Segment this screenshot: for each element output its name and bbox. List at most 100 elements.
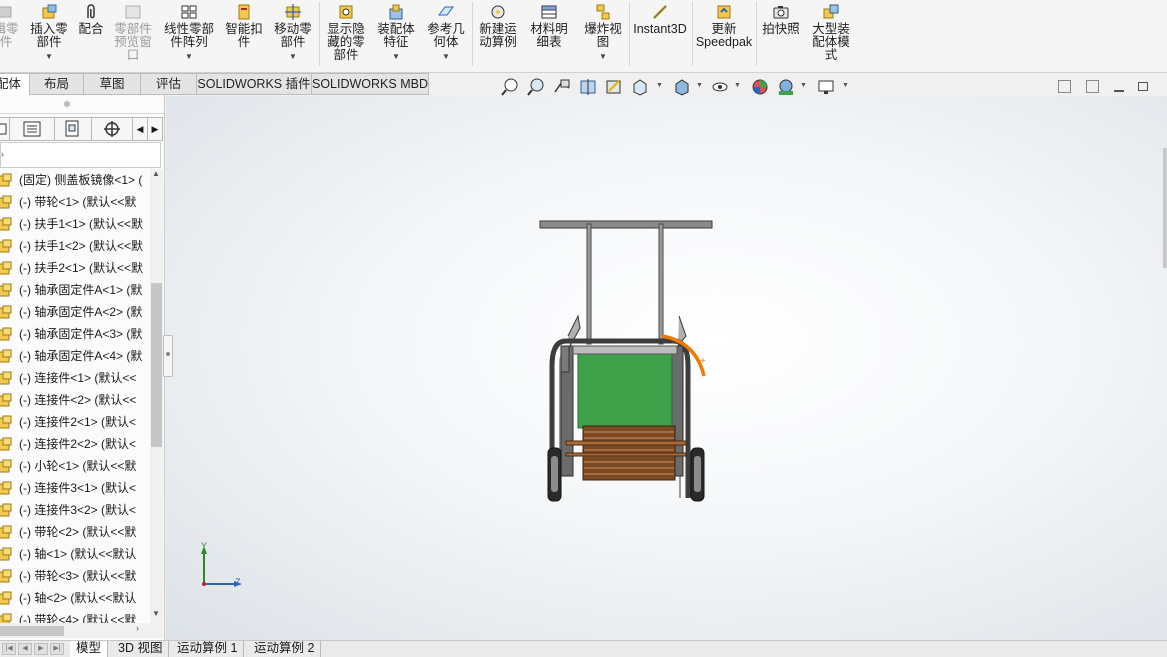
instant3d-icon [651,3,669,21]
show-hidden-icon [337,3,355,21]
show-hidden-components-button[interactable]: 显示隐 藏的零 部件 [323,0,369,70]
tree-item[interactable]: (-) 连接件3<1> (默认< [0,477,150,499]
task-pane-tabs[interactable] [1163,148,1167,268]
apply-scene-icon[interactable] [776,76,796,98]
dynamic-annotation-icon[interactable] [604,76,624,98]
new-motion-study-button[interactable]: 新建运 动算例 [475,0,521,70]
zoom-to-area-icon[interactable] [526,76,546,98]
panel-collapse-handle[interactable] [163,335,173,377]
move-component-button[interactable]: 移动零 部件 ▼ [270,0,316,70]
tree-item[interactable]: (-) 连接件<2> (默认<< [0,389,150,411]
feature-tree-filter[interactable]: › [0,142,161,168]
first-tab-icon[interactable]: |◀ [2,643,16,655]
component-icon [0,239,12,253]
large-assembly-mode-button[interactable]: 大型装 配体模 式 [808,0,854,70]
tree-item[interactable]: (-) 连接件<1> (默认<< [0,367,150,389]
scroll-right-icon[interactable]: › [136,623,139,633]
tab-evaluate[interactable]: 评估 [140,73,197,95]
tree-item[interactable]: (-) 轴<1> (默认<<默认 [0,543,150,565]
smart-fasteners-button[interactable]: 智能扣 件 [222,0,266,70]
scroll-up-icon[interactable]: ▲ [152,169,160,178]
tab-sketch[interactable]: 草图 [83,73,141,95]
model-cart-assembly[interactable]: + [166,96,1167,640]
previous-icon[interactable] [1058,80,1071,93]
next-tab-icon[interactable]: ▶ [34,643,48,655]
tree-item[interactable]: (-) 连接件2<1> (默认< [0,411,150,433]
tree-root-expander-icon[interactable]: › [1,149,4,159]
panel-collapse-dot[interactable] [64,101,70,107]
tree-item[interactable]: (-) 轴<2> (默认<<默认 [0,587,150,609]
dropdown-arrow-icon[interactable]: ▼ [373,50,419,63]
tab-dimxpert-manager[interactable] [91,117,133,141]
dropdown-arrow-icon[interactable]: ▼ [423,50,469,63]
tree-item[interactable]: (-) 扶手1<2> (默认<<默 [0,235,150,257]
section-view-icon[interactable] [578,76,598,98]
hide-show-items-icon[interactable] [710,76,730,98]
apply-scene-dropdown-icon[interactable]: ▼ [800,82,807,89]
tab-solidworks-addins[interactable]: SOLIDWORKS 插件 [196,73,312,95]
tree-item[interactable]: (-) 小轮<1> (默认<<默 [0,455,150,477]
reference-geometry-button[interactable]: 参考几 何体 ▼ [423,0,469,70]
tab-3d-view[interactable]: 3D 视图 [112,641,170,657]
tab-model[interactable]: 模型 [70,641,109,657]
restore-icon[interactable] [1138,82,1148,91]
graphics-area[interactable]: + Y Z [166,96,1167,640]
tree-horizontal-thumb[interactable] [0,626,64,636]
previous-tab-icon[interactable]: ◀ [18,643,32,655]
exploded-view-button[interactable]: 爆炸视 图 ▼ [580,0,626,70]
tab-assembly[interactable]: 装配体 [0,73,30,95]
dropdown-arrow-icon[interactable]: ▼ [580,50,626,63]
tree-item[interactable]: (-) 扶手1<1> (默认<<默 [0,213,150,235]
take-snapshot-button[interactable]: 拍快照 [759,0,803,70]
tree-scrollbar-thumb[interactable] [151,283,162,447]
tree-item[interactable]: (-) 连接件3<2> (默认< [0,499,150,521]
assembly-features-button[interactable]: 装配体 特征 ▼ [373,0,419,70]
dropdown-arrow-icon[interactable]: ▼ [27,50,71,63]
view-settings-icon[interactable] [816,76,836,98]
component-icon [0,371,12,385]
edit-appearance-icon[interactable] [750,76,770,98]
display-style-dropdown-icon[interactable]: ▼ [696,82,703,89]
insert-component-button[interactable]: 插入零 部件 ▼ [27,0,71,70]
tree-item[interactable]: (-) 连接件2<2> (默认< [0,433,150,455]
tab-scroll-right[interactable]: ▶ [147,117,163,141]
minimize-icon[interactable] [1114,90,1124,92]
display-style-icon[interactable] [672,76,692,98]
command-manager-ribbon: 辑零 件 插入零 部件 ▼ 配合 零部件 预览窗 口 线性零部 件阵列 ▼ 智能… [0,0,1167,73]
tree-item[interactable]: (-) 带轮<2> (默认<<默 [0,521,150,543]
tree-item[interactable]: (-) 带轮<1> (默认<<默 [0,191,150,213]
mate-button[interactable]: 配合 [75,0,107,70]
tree-item[interactable]: (-) 轴承固定件A<1> (默 [0,279,150,301]
next-icon[interactable] [1086,80,1099,93]
tree-item[interactable]: (-) 轴承固定件A<3> (默 [0,323,150,345]
component-preview-button[interactable]: 零部件 预览窗 口 [111,0,155,70]
tree-item[interactable]: (-) 带轮<4> (默认<<默 [0,609,150,623]
tab-motion-study-2[interactable]: 运动算例 2 [248,641,322,657]
dropdown-arrow-icon[interactable]: ▼ [160,50,218,63]
bill-of-materials-button[interactable]: 材料明 细表 [526,0,572,70]
view-orientation-dropdown-icon[interactable]: ▼ [656,82,663,89]
view-settings-dropdown-icon[interactable]: ▼ [842,82,849,89]
tree-item[interactable]: (-) 轴承固定件A<2> (默 [0,301,150,323]
tab-property-manager[interactable] [9,117,55,141]
edit-component-button[interactable]: 辑零 件 [0,0,20,70]
tree-item[interactable]: (固定) 侧盖板镜像<1> ( [0,169,150,191]
dropdown-arrow-icon[interactable]: ▼ [270,50,316,63]
scroll-down-icon[interactable]: ▼ [152,609,160,618]
zoom-to-fit-icon[interactable] [500,76,520,98]
tree-item[interactable]: (-) 带轮<3> (默认<<默 [0,565,150,587]
view-orientation-icon[interactable] [630,76,650,98]
last-tab-icon[interactable]: ▶| [50,643,64,655]
tab-solidworks-mbd[interactable]: SOLIDWORKS MBD [311,73,429,95]
tab-motion-study-1[interactable]: 运动算例 1 [171,641,245,657]
previous-view-icon[interactable] [552,76,572,98]
hide-show-dropdown-icon[interactable]: ▼ [734,82,741,89]
tab-scroll-left[interactable]: ◀ [132,117,148,141]
tab-configuration-manager[interactable] [54,117,92,141]
linear-pattern-button[interactable]: 线性零部 件阵列 ▼ [160,0,218,70]
instant3d-button[interactable]: Instant3D [632,0,688,70]
tree-item[interactable]: (-) 扶手2<1> (默认<<默 [0,257,150,279]
tab-layout[interactable]: 布局 [29,73,84,95]
update-speedpak-button[interactable]: 更新 Speedpak [695,0,753,70]
tree-item[interactable]: (-) 轴承固定件A<4> (默 [0,345,150,367]
